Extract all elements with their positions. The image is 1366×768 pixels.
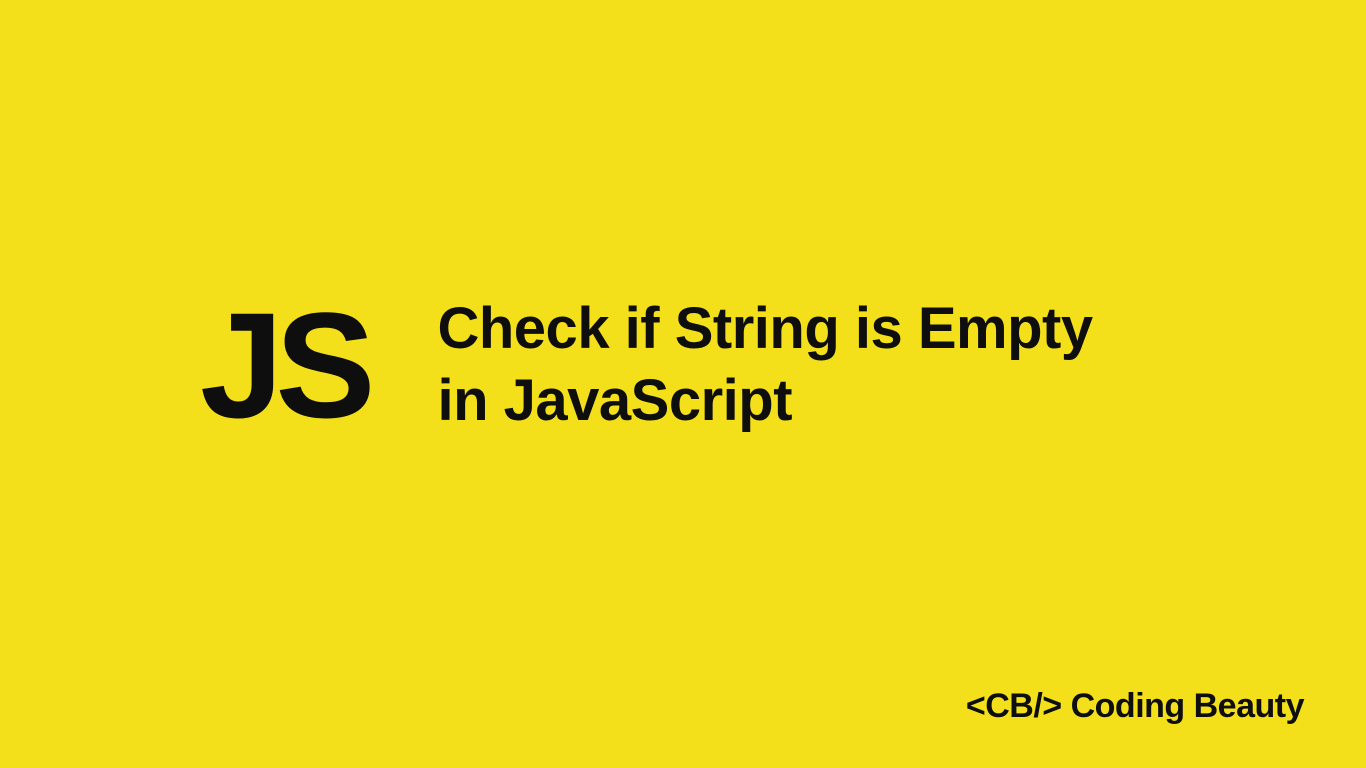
brand-footer: <CB/> Coding Beauty bbox=[966, 687, 1304, 726]
page-title: Check if String is Empty in JavaScript bbox=[437, 293, 1092, 438]
js-logo: JS bbox=[200, 290, 367, 440]
title-line-2: in JavaScript bbox=[437, 368, 792, 433]
main-content: JS Check if String is Empty in JavaScrip… bbox=[200, 290, 1093, 440]
title-line-1: Check if String is Empty bbox=[437, 296, 1092, 361]
